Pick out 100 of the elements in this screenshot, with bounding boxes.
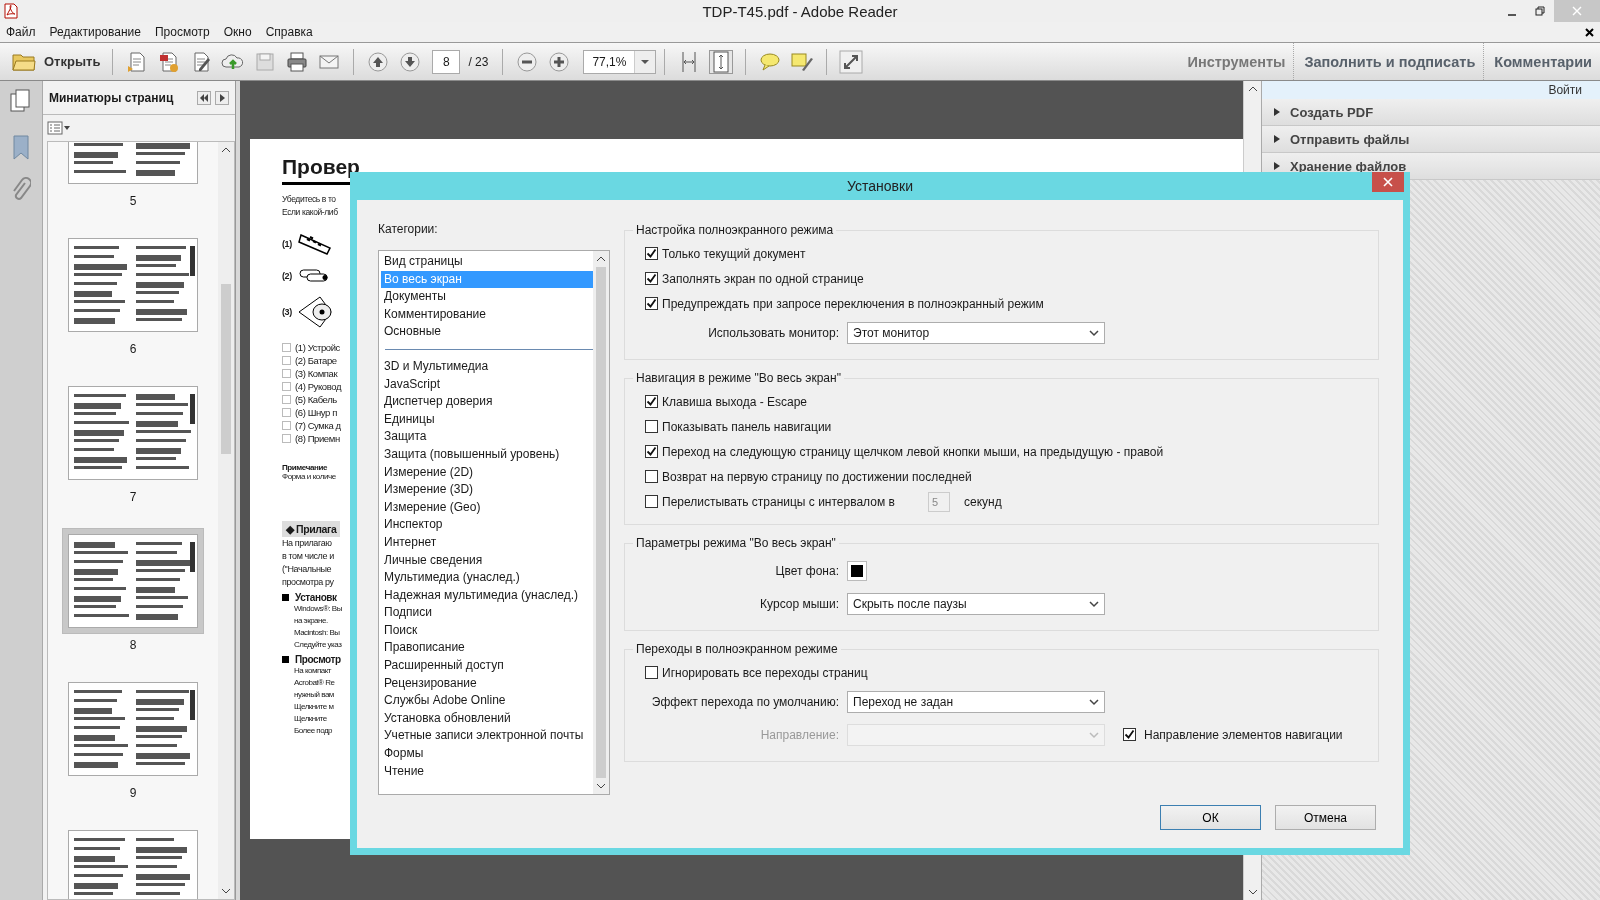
scrollbar-thumb[interactable] <box>221 284 231 454</box>
checkbox[interactable] <box>645 420 658 433</box>
category-item[interactable]: Личные сведения <box>381 551 593 570</box>
printer-icon[interactable] <box>285 49 310 74</box>
checkmark-icon <box>646 446 657 457</box>
dropdown[interactable]: Этот монитор <box>847 321 1105 344</box>
page-count: / 23 <box>468 54 489 69</box>
expand-icon[interactable] <box>839 49 864 74</box>
caret-icon <box>634 50 656 73</box>
menu-item[interactable]: Окно <box>216 25 259 39</box>
category-item[interactable]: Мультимедиа (унаслед.) <box>381 569 593 587</box>
dialog-button[interactable]: Отмена <box>1275 805 1376 830</box>
color-picker[interactable] <box>847 560 867 581</box>
categories-list[interactable] <box>378 250 610 795</box>
category-item[interactable]: Инспектор <box>381 516 593 534</box>
options-menu-icon[interactable] <box>47 121 71 135</box>
checkbox-square-icon <box>282 395 291 404</box>
checkbox[interactable] <box>645 395 658 408</box>
category-item[interactable]: Измерение (3D) <box>381 481 593 499</box>
page-thumbnail[interactable] <box>62 528 204 634</box>
menu-item[interactable]: Просмотр <box>147 25 217 39</box>
menu-item[interactable]: Файл <box>0 25 43 39</box>
category-item[interactable]: Подписи <box>381 604 593 622</box>
page-number: 8 <box>129 638 137 652</box>
close-button[interactable] <box>1372 172 1404 192</box>
dropdown[interactable]: Переход не задан <box>847 690 1105 713</box>
document-text: Более подр <box>294 725 333 737</box>
expand-arrow-icon[interactable] <box>1274 162 1280 170</box>
pane-tab[interactable]: Инструменты <box>1177 43 1294 80</box>
checkbox[interactable] <box>645 445 658 458</box>
document-text: просмотра ру <box>282 576 334 589</box>
zoom-out-icon[interactable] <box>517 51 538 72</box>
expand-arrow-icon[interactable] <box>1274 108 1280 116</box>
arrow-right-icon[interactable] <box>215 90 229 105</box>
panel-section[interactable]: Создать PDF <box>1290 104 1374 120</box>
scrollbar[interactable] <box>218 142 234 899</box>
dropdown[interactable]: Скрыть после паузы <box>847 592 1105 615</box>
category-item[interactable]: Измерение (Geo) <box>381 498 593 517</box>
zoom-dropdown[interactable]: 77,1% <box>583 49 657 74</box>
sign-in-link[interactable]: Войти <box>1548 83 1582 97</box>
paperclip-icon[interactable] <box>11 177 31 203</box>
checkbox[interactable] <box>645 297 658 310</box>
scrollbar[interactable] <box>593 251 609 794</box>
checkbox[interactable] <box>645 272 658 285</box>
document-text: (3) Компак <box>295 368 338 379</box>
categories-label: Категории: <box>378 222 439 236</box>
category-item[interactable]: Единицы <box>381 410 593 429</box>
category-item[interactable]: Службы Adobe Online <box>381 692 593 710</box>
zoom-in-icon[interactable] <box>549 51 570 72</box>
category-item[interactable]: 3D и Мультимедиа <box>381 357 593 376</box>
double-arrow-left-icon[interactable] <box>197 90 211 105</box>
category-item[interactable]: Установка обновлений <box>381 709 593 728</box>
checkbox[interactable] <box>645 470 658 483</box>
fit-page-icon[interactable] <box>709 49 734 74</box>
checkbox-square-icon <box>282 408 291 417</box>
checkmark-icon <box>646 273 657 284</box>
checkmark-icon <box>646 248 657 259</box>
pane-tab[interactable]: Заполнить и подписать <box>1293 43 1484 80</box>
scroll-down-icon <box>221 887 231 895</box>
category-item[interactable]: Правописание <box>381 639 593 658</box>
page-number-field[interactable]: 8 <box>432 49 461 74</box>
category-item[interactable]: Учетные записи электронной почты <box>381 727 593 746</box>
category-item[interactable]: Формы <box>381 745 593 763</box>
section-heading: ◆ Прилага <box>282 521 341 537</box>
category-item[interactable]: Комментирование <box>381 305 593 324</box>
close-icon[interactable] <box>1585 27 1594 37</box>
subsection-heading: Просмотр <box>295 654 341 665</box>
category-item[interactable]: Диспетчер доверия <box>381 393 593 411</box>
open-button[interactable]: Открыть <box>8 49 105 74</box>
chevron-down-icon <box>1089 698 1099 706</box>
category-item[interactable]: Вид страницы <box>381 253 593 271</box>
category-item[interactable]: Защита (повышенный уровень) <box>381 445 593 464</box>
category-item[interactable]: Надежная мультимедиа (унаслед.) <box>381 586 593 605</box>
expand-arrow-icon[interactable] <box>1274 135 1280 143</box>
arrow-up-icon[interactable] <box>368 51 389 72</box>
category-item[interactable]: Интернет <box>381 533 593 552</box>
category-item[interactable]: Рецензирование <box>381 674 593 693</box>
document-text: (8) Приемн <box>295 433 340 444</box>
pane-tab[interactable]: Комментарии <box>1483 43 1600 80</box>
scrollbar-thumb[interactable] <box>596 267 606 778</box>
category-item[interactable]: Чтение <box>381 762 593 781</box>
document-text: (6) Шнур п <box>295 407 337 418</box>
category-item[interactable]: Защита <box>381 428 593 446</box>
arrow-down-icon[interactable] <box>400 51 421 72</box>
menu-item[interactable]: Редактирование <box>42 25 148 39</box>
minimize-icon <box>1507 14 1517 16</box>
dialog-button[interactable]: ОК <box>1160 805 1261 830</box>
restore-icon <box>1535 6 1545 16</box>
checkbox[interactable] <box>645 666 658 679</box>
category-item[interactable]: Основные <box>381 323 593 341</box>
category-item[interactable]: JavaScript <box>381 375 593 394</box>
pages-icon[interactable] <box>10 89 32 113</box>
category-item[interactable]: Измерение (2D) <box>381 463 593 482</box>
category-item[interactable]: Расширенный доступ <box>381 657 593 675</box>
menu-item[interactable]: Справка <box>258 25 320 39</box>
checkbox[interactable] <box>645 247 658 260</box>
category-item[interactable]: Поиск <box>381 621 593 640</box>
page-heading: Провер <box>282 155 360 179</box>
field-label: Цвет фона: <box>774 563 839 578</box>
category-item[interactable]: Документы <box>381 288 593 306</box>
